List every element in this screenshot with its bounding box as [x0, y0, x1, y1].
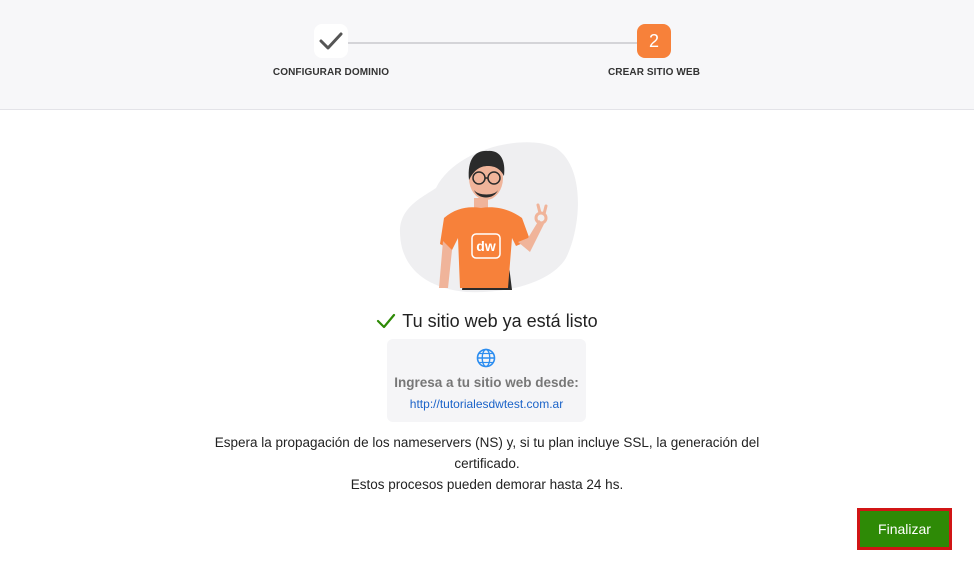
propagation-note: Espera la propagación de los nameservers…: [195, 432, 779, 495]
svg-text:dw: dw: [476, 238, 496, 254]
step-1-label: CONFIGURAR DOMINIO: [272, 67, 390, 78]
developer-illustration: dw: [399, 142, 578, 293]
step-1-indicator: [314, 24, 348, 58]
check-icon: [377, 313, 396, 329]
site-url-label: Ingresa a tu sitio web desde:: [394, 375, 579, 390]
step-2-indicator: 2: [637, 24, 671, 58]
note-line-1: Espera la propagación de los nameservers…: [214, 435, 760, 471]
step-connector: [348, 42, 638, 44]
stepper: CONFIGURAR DOMINIO 2 CREAR SITIO WEB: [0, 0, 974, 110]
site-url-card: Ingresa a tu sitio web desde: http://tut…: [387, 339, 586, 422]
step-2-label: CREAR SITIO WEB: [607, 67, 701, 78]
check-icon: [319, 32, 343, 50]
globe-icon: [476, 348, 496, 368]
success-message: Tu sitio web ya está listo: [0, 309, 974, 333]
success-title: Tu sitio web ya está listo: [402, 310, 598, 331]
note-line-2: Estos procesos pueden demorar hasta 24 h…: [350, 477, 624, 492]
site-url-link[interactable]: http://tutorialesdwtest.com.ar: [387, 397, 586, 411]
finalizar-button[interactable]: Finalizar: [857, 508, 952, 550]
